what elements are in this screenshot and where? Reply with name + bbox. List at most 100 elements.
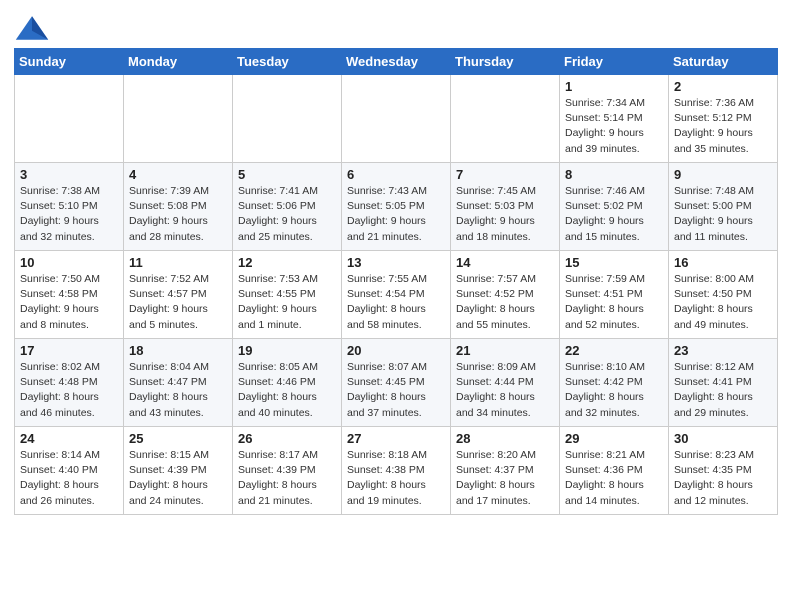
day-number: 12 <box>238 255 336 270</box>
day-info: Sunrise: 8:20 AM Sunset: 4:37 PM Dayligh… <box>456 448 554 509</box>
calendar-cell: 27 Sunrise: 8:18 AM Sunset: 4:38 PM Dayli… <box>342 427 451 515</box>
day-info: Sunrise: 7:52 AM Sunset: 4:57 PM Dayligh… <box>129 272 227 333</box>
calendar-cell: 9 Sunrise: 7:48 AM Sunset: 5:00 PM Daylig… <box>669 163 778 251</box>
calendar-cell: 16 Sunrise: 8:00 AM Sunset: 4:50 PM Dayli… <box>669 251 778 339</box>
day-number: 23 <box>674 343 772 358</box>
calendar-week-5: 24Sunrise: 8:14 AM Sunset: 4:40 PM Dayli… <box>15 427 778 515</box>
calendar-header-saturday: Saturday <box>669 49 778 75</box>
day-info: Sunrise: 8:02 AM Sunset: 4:48 PM Dayligh… <box>20 360 118 421</box>
calendar-header-tuesday: Tuesday <box>233 49 342 75</box>
calendar-cell: 23 Sunrise: 8:12 AM Sunset: 4:41 PM Dayli… <box>669 339 778 427</box>
calendar-cell: 2 Sunrise: 7:36 AM Sunset: 5:12 PM Daylig… <box>669 75 778 163</box>
calendar-week-1: 1 Sunrise: 7:34 AM Sunset: 5:14 PM Daylig… <box>15 75 778 163</box>
day-info: Sunrise: 8:12 AM Sunset: 4:41 PM Dayligh… <box>674 360 772 421</box>
day-number: 28 <box>456 431 554 446</box>
day-info: Sunrise: 7:53 AM Sunset: 4:55 PM Dayligh… <box>238 272 336 333</box>
calendar-header-thursday: Thursday <box>451 49 560 75</box>
calendar-cell: 5 Sunrise: 7:41 AM Sunset: 5:06 PM Daylig… <box>233 163 342 251</box>
calendar-cell: 4 Sunrise: 7:39 AM Sunset: 5:08 PM Daylig… <box>124 163 233 251</box>
calendar-cell <box>451 75 560 163</box>
day-info: Sunrise: 8:10 AM Sunset: 4:42 PM Dayligh… <box>565 360 663 421</box>
day-info: Sunrise: 7:38 AM Sunset: 5:10 PM Dayligh… <box>20 184 118 245</box>
calendar-header-sunday: Sunday <box>15 49 124 75</box>
day-info: Sunrise: 7:43 AM Sunset: 5:05 PM Dayligh… <box>347 184 445 245</box>
day-number: 30 <box>674 431 772 446</box>
day-info: Sunrise: 8:21 AM Sunset: 4:36 PM Dayligh… <box>565 448 663 509</box>
day-number: 9 <box>674 167 772 182</box>
day-number: 26 <box>238 431 336 446</box>
day-info: Sunrise: 7:45 AM Sunset: 5:03 PM Dayligh… <box>456 184 554 245</box>
day-number: 8 <box>565 167 663 182</box>
day-number: 20 <box>347 343 445 358</box>
day-number: 19 <box>238 343 336 358</box>
header <box>14 10 778 42</box>
calendar-cell: 22 Sunrise: 8:10 AM Sunset: 4:42 PM Dayli… <box>560 339 669 427</box>
day-number: 25 <box>129 431 227 446</box>
day-number: 16 <box>674 255 772 270</box>
day-info: Sunrise: 7:59 AM Sunset: 4:51 PM Dayligh… <box>565 272 663 333</box>
calendar-cell: 10 Sunrise: 7:50 AM Sunset: 4:58 PM Dayli… <box>15 251 124 339</box>
day-number: 1 <box>565 79 663 94</box>
day-info: Sunrise: 7:50 AM Sunset: 4:58 PM Dayligh… <box>20 272 118 333</box>
day-number: 3 <box>20 167 118 182</box>
day-info: Sunrise: 8:05 AM Sunset: 4:46 PM Dayligh… <box>238 360 336 421</box>
day-number: 10 <box>20 255 118 270</box>
calendar-cell: 29 Sunrise: 8:21 AM Sunset: 4:36 PM Dayli… <box>560 427 669 515</box>
calendar-cell: 17 Sunrise: 8:02 AM Sunset: 4:48 PM Dayli… <box>15 339 124 427</box>
calendar-week-2: 3 Sunrise: 7:38 AM Sunset: 5:10 PM Daylig… <box>15 163 778 251</box>
day-info: Sunrise: 7:48 AM Sunset: 5:00 PM Dayligh… <box>674 184 772 245</box>
calendar-cell: 14Sunrise: 7:57 AM Sunset: 4:52 PM Dayli… <box>451 251 560 339</box>
day-number: 5 <box>238 167 336 182</box>
calendar-cell <box>342 75 451 163</box>
day-number: 21 <box>456 343 554 358</box>
calendar-cell: 26Sunrise: 8:17 AM Sunset: 4:39 PM Dayli… <box>233 427 342 515</box>
day-number: 11 <box>129 255 227 270</box>
day-info: Sunrise: 8:23 AM Sunset: 4:35 PM Dayligh… <box>674 448 772 509</box>
day-number: 18 <box>129 343 227 358</box>
day-info: Sunrise: 8:15 AM Sunset: 4:39 PM Dayligh… <box>129 448 227 509</box>
day-info: Sunrise: 8:00 AM Sunset: 4:50 PM Dayligh… <box>674 272 772 333</box>
day-number: 29 <box>565 431 663 446</box>
day-number: 27 <box>347 431 445 446</box>
day-number: 6 <box>347 167 445 182</box>
logo <box>14 14 52 42</box>
calendar-week-3: 10 Sunrise: 7:50 AM Sunset: 4:58 PM Dayli… <box>15 251 778 339</box>
calendar-cell: 28 Sunrise: 8:20 AM Sunset: 4:37 PM Dayli… <box>451 427 560 515</box>
calendar-header-wednesday: Wednesday <box>342 49 451 75</box>
calendar-header-monday: Monday <box>124 49 233 75</box>
calendar-cell: 19 Sunrise: 8:05 AM Sunset: 4:46 PM Dayli… <box>233 339 342 427</box>
calendar-cell: 7 Sunrise: 7:45 AM Sunset: 5:03 PM Daylig… <box>451 163 560 251</box>
day-number: 14 <box>456 255 554 270</box>
day-number: 22 <box>565 343 663 358</box>
calendar-cell: 24Sunrise: 8:14 AM Sunset: 4:40 PM Dayli… <box>15 427 124 515</box>
calendar-cell <box>124 75 233 163</box>
calendar-header-row: SundayMondayTuesdayWednesdayThursdayFrid… <box>15 49 778 75</box>
calendar-cell: 20 Sunrise: 8:07 AM Sunset: 4:45 PM Dayli… <box>342 339 451 427</box>
day-number: 15 <box>565 255 663 270</box>
calendar-week-4: 17 Sunrise: 8:02 AM Sunset: 4:48 PM Dayli… <box>15 339 778 427</box>
calendar-cell: 15 Sunrise: 7:59 AM Sunset: 4:51 PM Dayli… <box>560 251 669 339</box>
day-info: Sunrise: 7:36 AM Sunset: 5:12 PM Dayligh… <box>674 96 772 157</box>
calendar-cell: 11 Sunrise: 7:52 AM Sunset: 4:57 PM Dayli… <box>124 251 233 339</box>
day-info: Sunrise: 8:18 AM Sunset: 4:38 PM Dayligh… <box>347 448 445 509</box>
day-info: Sunrise: 7:41 AM Sunset: 5:06 PM Dayligh… <box>238 184 336 245</box>
day-info: Sunrise: 8:14 AM Sunset: 4:40 PM Dayligh… <box>20 448 118 509</box>
day-info: Sunrise: 7:39 AM Sunset: 5:08 PM Dayligh… <box>129 184 227 245</box>
calendar-cell: 13Sunrise: 7:55 AM Sunset: 4:54 PM Dayli… <box>342 251 451 339</box>
day-number: 7 <box>456 167 554 182</box>
day-number: 17 <box>20 343 118 358</box>
day-number: 4 <box>129 167 227 182</box>
calendar-cell: 18 Sunrise: 8:04 AM Sunset: 4:47 PM Dayli… <box>124 339 233 427</box>
calendar-cell: 3 Sunrise: 7:38 AM Sunset: 5:10 PM Daylig… <box>15 163 124 251</box>
day-info: Sunrise: 7:34 AM Sunset: 5:14 PM Dayligh… <box>565 96 663 157</box>
day-info: Sunrise: 8:09 AM Sunset: 4:44 PM Dayligh… <box>456 360 554 421</box>
logo-icon <box>14 14 50 42</box>
day-info: Sunrise: 8:07 AM Sunset: 4:45 PM Dayligh… <box>347 360 445 421</box>
calendar-cell <box>233 75 342 163</box>
day-number: 2 <box>674 79 772 94</box>
day-info: Sunrise: 7:46 AM Sunset: 5:02 PM Dayligh… <box>565 184 663 245</box>
day-info: Sunrise: 8:04 AM Sunset: 4:47 PM Dayligh… <box>129 360 227 421</box>
calendar-cell <box>15 75 124 163</box>
calendar-header-friday: Friday <box>560 49 669 75</box>
calendar-table: SundayMondayTuesdayWednesdayThursdayFrid… <box>14 48 778 515</box>
